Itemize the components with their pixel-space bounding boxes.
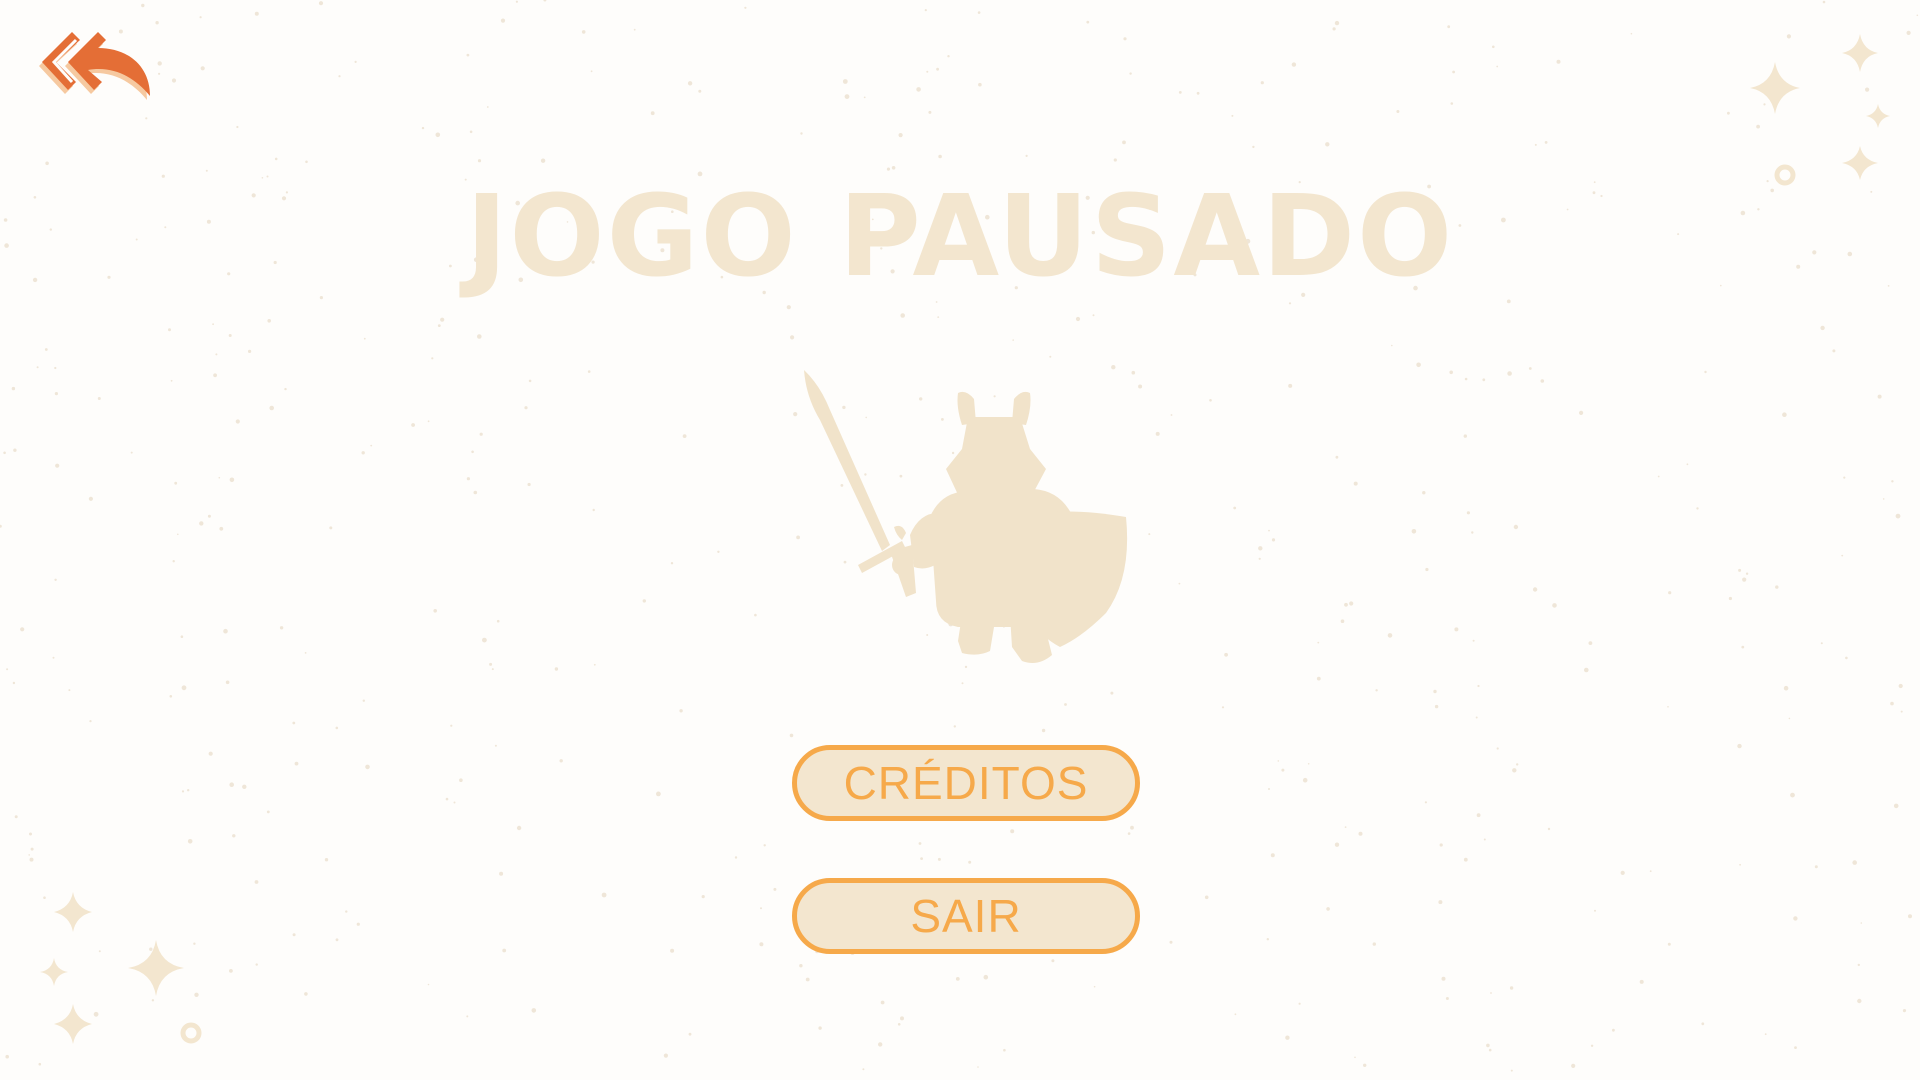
exit-button[interactable]: SAIR bbox=[792, 878, 1140, 954]
pause-title: JOGO PAUSADO bbox=[465, 172, 1455, 302]
knight-icon bbox=[804, 370, 1128, 663]
credits-button[interactable]: CRÉDITOS bbox=[792, 745, 1140, 821]
back-button[interactable] bbox=[32, 26, 162, 122]
double-arrow-back-icon bbox=[39, 32, 150, 100]
sparkles-decoration-bottom-left bbox=[40, 892, 202, 1044]
knight-silhouette bbox=[790, 365, 1130, 665]
